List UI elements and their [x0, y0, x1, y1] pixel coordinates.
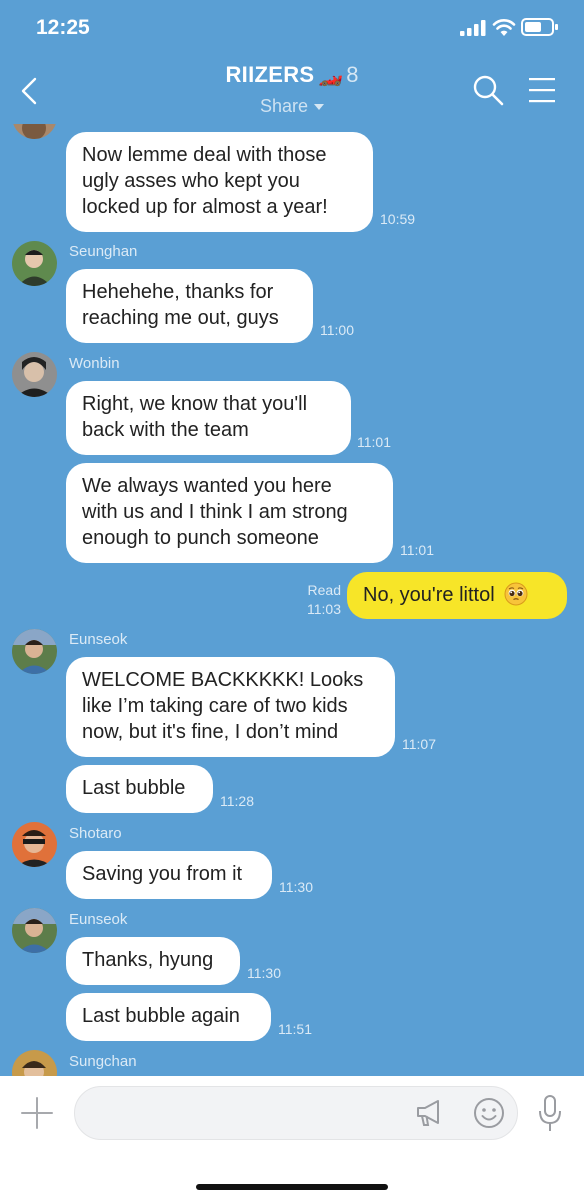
avatar[interactable] — [12, 908, 57, 953]
sender-name: Shotaro — [69, 825, 122, 842]
message-bubble[interactable]: Saving you from it — [66, 851, 272, 899]
message-time: 11:30 — [247, 965, 281, 981]
message-line: like I’m taking care of two kids — [82, 695, 348, 717]
avatar[interactable] — [12, 352, 57, 397]
message-time: 11:07 — [402, 736, 436, 752]
message-line: ugly asses who kept you — [82, 170, 300, 192]
input-bar — [0, 1076, 584, 1200]
message-line: enough to punch someone — [82, 527, 319, 549]
megaphone-icon[interactable] — [414, 1098, 446, 1128]
chat-header: RIIZERS 🏎️ 8 Share — [0, 58, 584, 124]
share-label: Share — [259, 96, 309, 116]
message-time: 11:03 — [307, 601, 341, 617]
message-line: We always wanted you here — [82, 475, 332, 497]
message-line: with us and I think I am strong — [82, 501, 348, 523]
sender-name: Wonbin — [69, 355, 120, 372]
message-time: 11:01 — [400, 542, 434, 558]
message-line: Thanks, hyung — [82, 949, 214, 971]
message-time: 11:28 — [220, 793, 254, 809]
sender-name: Eunseok — [69, 911, 128, 928]
search-icon[interactable] — [472, 74, 504, 106]
mic-icon[interactable] — [536, 1094, 564, 1134]
avatar[interactable] — [12, 629, 57, 674]
chat-title: RIIZERS — [225, 62, 315, 87]
read-receipt: Read 11:03 — [290, 581, 341, 619]
status-time: 12:25 — [36, 16, 90, 39]
sender-name: Seunghan — [69, 243, 138, 260]
message-line: Hehehehe, thanks for — [82, 281, 274, 303]
message-bubble[interactable]: Hehehehe, thanks for reaching me out, gu… — [66, 269, 313, 343]
read-label: Read — [307, 582, 341, 598]
message-line: reaching me out, guys — [82, 307, 279, 329]
avatar[interactable] — [12, 241, 57, 286]
message-line: back with the team — [82, 419, 249, 441]
emoji-icon[interactable] — [472, 1096, 506, 1130]
message-bubble[interactable]: Right, we know that you'll back with the… — [66, 381, 351, 455]
message-time: 11:51 — [278, 1021, 312, 1037]
member-count: 8 — [346, 62, 359, 87]
message-line: locked up for almost a year! — [82, 196, 328, 218]
battery-icon — [521, 18, 558, 36]
message-line: No, you're littol — [363, 584, 495, 606]
chat-area[interactable]: Now lemme deal with those ugly asses who… — [0, 124, 584, 1076]
menu-icon[interactable] — [528, 76, 556, 104]
status-bar: 12:25 — [0, 0, 584, 58]
message-line: Now lemme deal with those — [82, 144, 327, 166]
sender-name: Sungchan — [69, 1053, 137, 1070]
message-bubble[interactable]: Now lemme deal with those ugly asses who… — [66, 132, 373, 232]
message-line: Last bubble again — [82, 1005, 240, 1027]
message-line: WELCOME BACKKKKK! Looks — [82, 669, 364, 691]
message-bubble[interactable]: Thanks, hyung — [66, 937, 240, 985]
message-time: 11:00 — [320, 322, 354, 338]
avatar[interactable] — [12, 1050, 57, 1076]
pleading-face-emoji-icon — [504, 582, 528, 606]
wifi-icon — [492, 19, 516, 36]
message-time: 11:30 — [279, 879, 313, 895]
message-line: Last bubble — [82, 777, 186, 799]
my-message-bubble[interactable]: No, you're littol — [347, 572, 567, 619]
race-car-icon: 🏎️ — [318, 65, 344, 87]
message-bubble[interactable]: We always wanted you here with us and I … — [66, 463, 393, 563]
message-bubble[interactable]: WELCOME BACKKKKK! Looks like I’m taking … — [66, 657, 395, 757]
signal-icon — [460, 20, 486, 36]
message-bubble[interactable]: Last bubble — [66, 765, 213, 813]
avatar[interactable] — [12, 822, 57, 867]
message-line: now, but it's fine, I don’t mind — [82, 721, 339, 743]
message-line: Saving you from it — [82, 863, 243, 885]
caret-down-icon — [314, 104, 325, 111]
message-bubble[interactable]: Last bubble again — [66, 993, 271, 1041]
avatar[interactable] — [12, 124, 57, 139]
sender-name: Eunseok — [69, 631, 128, 648]
message-input[interactable] — [74, 1086, 518, 1140]
home-indicator[interactable] — [196, 1184, 388, 1190]
plus-icon[interactable] — [20, 1096, 54, 1130]
message-time: 11:01 — [357, 434, 391, 450]
message-line: Right, we know that you'll — [82, 393, 308, 415]
message-time: 10:59 — [380, 211, 416, 227]
